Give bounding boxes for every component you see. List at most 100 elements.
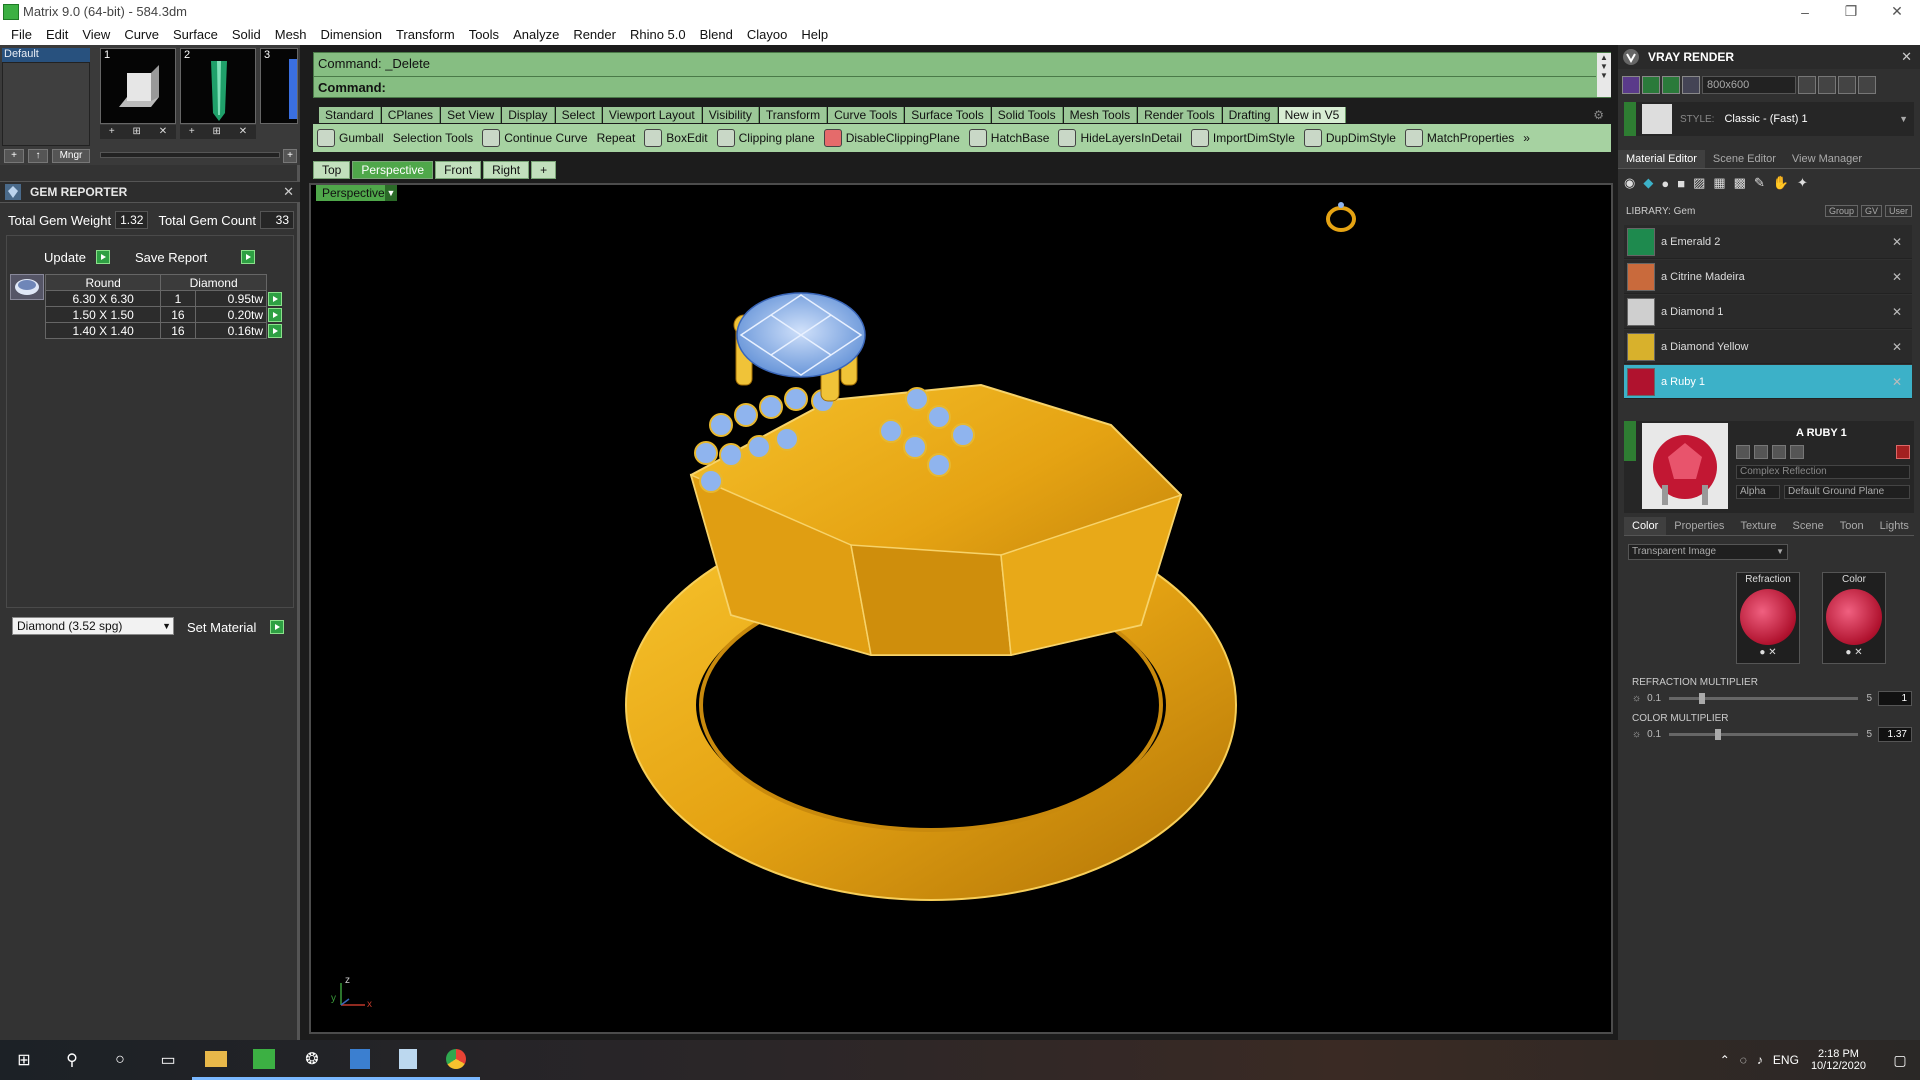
tab-drafting[interactable]: Drafting [1222, 107, 1278, 123]
menu-solid[interactable]: Solid [225, 27, 268, 42]
maximize-button[interactable]: ❐ [1828, 0, 1874, 23]
close-icon[interactable]: ✕ [1892, 340, 1902, 354]
save-as-icon[interactable] [1754, 445, 1768, 459]
volume-icon[interactable]: ♪ [1757, 1053, 1763, 1067]
slider-track[interactable] [1669, 728, 1859, 740]
menu-edit[interactable]: Edit [39, 27, 75, 42]
material-select[interactable]: Diamond (3.52 spg) ▼ [12, 617, 174, 635]
tab-right[interactable]: Right [483, 161, 530, 179]
menu-surface[interactable]: Surface [166, 27, 225, 42]
tab-front[interactable]: Front [435, 161, 482, 179]
tab-perspective[interactable]: Perspective [352, 161, 434, 179]
material-item-ruby[interactable]: a Ruby 1 ✕ [1624, 365, 1912, 399]
copy-icon[interactable] [1772, 445, 1786, 459]
paste-icon[interactable] [1790, 445, 1804, 459]
task-view-icon[interactable]: ▭ [144, 1040, 192, 1080]
reflection-select[interactable]: Complex Reflection [1736, 465, 1910, 479]
collapse-arrow-icon[interactable] [1624, 102, 1636, 136]
menu-dimension[interactable]: Dimension [314, 27, 389, 42]
user-button[interactable]: User [1884, 205, 1912, 217]
manager-button[interactable]: Mngr [52, 149, 90, 163]
tab-properties[interactable]: Properties [1666, 517, 1732, 535]
camera-icon[interactable] [1682, 76, 1700, 94]
grid-icon[interactable]: ⊞ [133, 125, 141, 139]
notes-app-icon[interactable] [384, 1040, 432, 1080]
update-button[interactable] [95, 250, 110, 264]
style-value[interactable]: Classic - (Fast) 1 [1724, 113, 1807, 125]
tab-select[interactable]: Select [555, 107, 602, 123]
select-row-1-button[interactable] [268, 292, 282, 306]
close-button[interactable]: ✕ [1874, 0, 1920, 23]
save-report-control[interactable]: Save Report [135, 248, 255, 265]
group-button[interactable]: Group [1824, 205, 1858, 217]
material-item-emerald[interactable]: a Emerald 2 ✕ [1624, 225, 1912, 259]
material-item-diamond-yellow[interactable]: a Diamond Yellow ✕ [1624, 330, 1912, 364]
close-icon[interactable]: ✕ [283, 184, 294, 200]
hide-layers-in-detail-tool[interactable]: HideLayersInDetail [1058, 129, 1182, 147]
material-item-citrine[interactable]: a Citrine Madeira ✕ [1624, 260, 1912, 294]
table-row[interactable]: 1.50 X 1.50 16 0.20tw [44, 306, 268, 323]
grid-icon[interactable]: ▦ [1713, 175, 1725, 191]
material-item-diamond[interactable]: a Diamond 1 ✕ [1624, 295, 1912, 329]
gumball-tool[interactable]: Gumball [317, 129, 384, 147]
cortana-icon[interactable]: ○ [96, 1040, 144, 1080]
view-thumbnail-3[interactable]: 3 [260, 48, 298, 124]
color-value[interactable]: 1.37 [1878, 726, 1912, 742]
tab-curve-tools[interactable]: Curve Tools [828, 107, 905, 123]
interactive-render-button[interactable] [1662, 76, 1680, 94]
menu-clayoo[interactable]: Clayoo [740, 27, 794, 42]
layout-icon[interactable] [1818, 76, 1836, 94]
close-icon[interactable]: ✕ [1892, 375, 1902, 389]
tab-set-view[interactable]: Set View [441, 107, 502, 123]
photos-app-icon[interactable] [336, 1040, 384, 1080]
sphere-icon[interactable]: ● [1661, 176, 1669, 191]
notification-icon[interactable]: ▢ [1880, 1052, 1920, 1069]
render-button[interactable] [1622, 76, 1640, 94]
add-icon[interactable]: + [189, 125, 195, 139]
tab-material-editor[interactable]: Material Editor [1618, 150, 1705, 168]
tab-texture[interactable]: Texture [1732, 517, 1784, 535]
tab-lights[interactable]: Lights [1872, 517, 1917, 535]
resolution-select[interactable]: 800x600 [1702, 76, 1796, 94]
gv-button[interactable]: GV [1860, 205, 1882, 217]
continue-curve-tool[interactable]: Continue Curve [482, 129, 588, 147]
menu-transform[interactable]: Transform [389, 27, 462, 42]
menu-mesh[interactable]: Mesh [268, 27, 314, 42]
layer-list[interactable] [2, 62, 90, 146]
file-explorer-icon[interactable] [192, 1040, 240, 1080]
tab-render-tools[interactable]: Render Tools [1138, 107, 1222, 123]
menu-file[interactable]: File [4, 27, 39, 42]
brush-icon[interactable]: ✎ [1754, 175, 1765, 191]
close-icon[interactable]: ✕ [1901, 49, 1912, 65]
tab-new-in-v5[interactable]: New in V5 [1278, 107, 1347, 123]
color-controls[interactable]: ● ✕ [1823, 647, 1885, 658]
menu-render[interactable]: Render [566, 27, 623, 42]
hatchbase-tool[interactable]: HatchBase [968, 129, 1049, 147]
tab-cplanes[interactable]: CPlanes [381, 107, 441, 123]
delete-icon[interactable]: ✕ [239, 125, 247, 139]
close-icon[interactable]: ✕ [1892, 235, 1902, 249]
add-view-tab-button[interactable]: + [531, 161, 557, 179]
ground-select[interactable]: Default Ground Plane [1784, 485, 1910, 499]
boxedit-tool[interactable]: BoxEdit [644, 129, 708, 147]
drop-icon[interactable]: ◉ [1624, 175, 1635, 191]
menu-rhino[interactable]: Rhino 5.0 [623, 27, 693, 42]
minimize-button[interactable]: – [1782, 0, 1828, 23]
language-indicator[interactable]: ENG [1773, 1053, 1799, 1067]
slider-knob[interactable] [1699, 692, 1706, 704]
save-report-button[interactable] [240, 250, 255, 264]
add-icon[interactable]: + [109, 125, 115, 139]
checker-icon[interactable]: ▩ [1734, 175, 1746, 191]
selection-tools-tool[interactable]: Selection Tools [393, 131, 474, 145]
tab-scene[interactable]: Scene [1785, 517, 1832, 535]
tab-viewport-layout[interactable]: Viewport Layout [602, 107, 702, 123]
menu-blend[interactable]: Blend [693, 27, 740, 42]
menu-help[interactable]: Help [794, 27, 835, 42]
grid-icon[interactable]: ⊞ [213, 125, 221, 139]
dup-dim-style-tool[interactable]: DupDimStyle [1303, 129, 1396, 147]
color-swatch[interactable]: Color ● ✕ [1822, 572, 1886, 664]
color-multiplier-slider[interactable]: ☼ 0.1 5 1.37 [1632, 726, 1912, 742]
color-mode-select[interactable]: Transparent Image ▼ [1628, 544, 1788, 560]
update-control[interactable]: Update [44, 248, 110, 265]
tab-display[interactable]: Display [502, 107, 555, 123]
